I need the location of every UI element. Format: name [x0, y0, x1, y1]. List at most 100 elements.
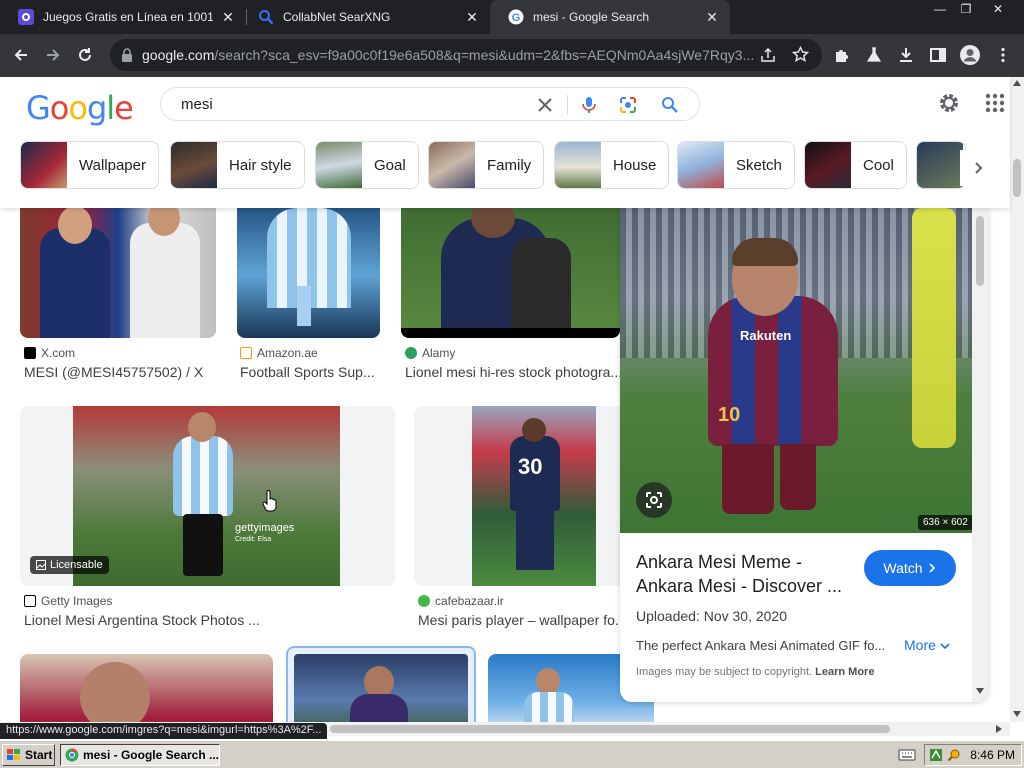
clear-search-icon[interactable]: [535, 95, 555, 115]
search-tray-icon[interactable]: [947, 748, 961, 762]
result-image-row3-a[interactable]: [20, 654, 273, 722]
result-card-cafebazaar[interactable]: 30: [414, 406, 620, 586]
tab-google-search[interactable]: G mesi - Google Search ✕: [490, 0, 730, 34]
settings-gear-icon[interactable]: [937, 91, 961, 115]
chip-house[interactable]: House: [554, 141, 670, 189]
share-icon[interactable]: [760, 47, 776, 63]
keyboard-icon[interactable]: [898, 748, 916, 762]
labs-button[interactable]: [861, 42, 887, 68]
minimize-icon[interactable]: —: [926, 0, 954, 18]
google-logo[interactable]: Google: [26, 89, 134, 127]
lens-search-icon: [646, 492, 662, 508]
result-source: X.com: [24, 346, 75, 360]
result-image-row3-b-selected[interactable]: [286, 646, 476, 722]
result-image-alamy[interactable]: [401, 208, 620, 338]
chip-cool[interactable]: Cool: [804, 141, 907, 189]
result-image-getty[interactable]: gettyimages Credit: Elsa: [73, 406, 340, 586]
kebab-menu-icon: [1001, 47, 1005, 63]
scroll-up-arrow-icon[interactable]: [1013, 80, 1021, 86]
tab-juegos[interactable]: Juegos Gratis en Línea en 1001juegos ✕: [0, 0, 246, 34]
result-card-getty[interactable]: gettyimages Credit: Elsa Licensable: [20, 406, 395, 586]
search-icon[interactable]: [660, 95, 680, 115]
result-title[interactable]: Football Sports Sup...: [240, 364, 382, 380]
taskbar-item-chrome[interactable]: mesi - Google Search ...: [60, 744, 220, 766]
result-title[interactable]: Lionel mesi hi-res stock photogra...: [405, 364, 620, 380]
chrome-menu-button[interactable]: [990, 42, 1016, 68]
google-lens-icon[interactable]: [618, 95, 638, 115]
tab-close-icon[interactable]: ✕: [704, 9, 720, 25]
preview-image[interactable]: Rakuten 10: [620, 208, 972, 533]
tab-searxng[interactable]: CollabNet SearXNG ✕: [240, 0, 490, 34]
image-dimensions: 636 × 602: [918, 515, 973, 530]
result-image-cafebazaar[interactable]: 30: [472, 406, 596, 586]
close-window-icon[interactable]: ✕: [984, 0, 1012, 18]
result-title[interactable]: Mesi paris player – wallpaper fo...: [418, 612, 620, 628]
chip-label: Family: [487, 156, 532, 174]
side-panel-button[interactable]: [925, 42, 951, 68]
chip-wallpaper[interactable]: Wallpaper: [20, 141, 159, 189]
chip-label: Sketch: [736, 156, 782, 174]
tab-close-icon[interactable]: ✕: [464, 9, 480, 25]
chip-hair-style[interactable]: Hair style: [170, 141, 305, 189]
jersey-shape: [173, 436, 233, 516]
download-icon: [900, 48, 912, 62]
restore-icon[interactable]: ❐: [952, 0, 980, 18]
apps-grid-icon[interactable]: [983, 91, 1007, 115]
chip-label: House: [613, 156, 657, 174]
scroll-right-arrow-icon[interactable]: [996, 725, 1002, 733]
chip-label: Goal: [374, 156, 406, 174]
chip-goal[interactable]: Goal: [315, 141, 419, 189]
scroll-down-arrow-icon[interactable]: [976, 688, 984, 694]
chip-sketch[interactable]: Sketch: [677, 141, 795, 189]
forward-button[interactable]: [40, 42, 66, 68]
chip-label: Cool: [863, 156, 894, 174]
sock-shape: [722, 444, 774, 514]
profile-button[interactable]: [957, 42, 983, 68]
browser-toolbar: google.com/search?sca_esv=f9a00c0f19e6a5…: [0, 34, 1024, 77]
bookmark-star-icon[interactable]: [792, 46, 809, 63]
chip-partial[interactable]: [916, 141, 966, 189]
shorts-shape: [516, 510, 554, 570]
page-scrollbar-thumb[interactable]: [1013, 159, 1021, 197]
watch-button[interactable]: Watch: [864, 550, 956, 586]
tab-title: CollabNet SearXNG: [283, 10, 391, 24]
browser-tab-strip: Juegos Gratis en Línea en 1001juegos ✕ C…: [0, 0, 1024, 34]
downloads-button[interactable]: [893, 42, 919, 68]
result-image-xcom[interactable]: [20, 208, 216, 338]
network-tray-icon[interactable]: [929, 748, 943, 762]
result-image-amazon[interactable]: [237, 208, 380, 338]
extensions-button[interactable]: [829, 42, 855, 68]
start-button[interactable]: Start: [2, 744, 55, 766]
preview-scrollbar[interactable]: [972, 208, 988, 702]
page-vertical-scrollbar[interactable]: [1010, 77, 1024, 722]
reload-button[interactable]: [72, 42, 98, 68]
chip-thumbnail: [917, 142, 963, 188]
juegos-favicon-icon: [18, 9, 34, 25]
preview-scrollbar-thumb[interactable]: [976, 216, 984, 286]
search-input[interactable]: [181, 94, 521, 114]
cafebazaar-logo-icon: [418, 595, 430, 607]
scroll-down-arrow-icon[interactable]: [1013, 711, 1021, 717]
address-bar[interactable]: google.com/search?sca_esv=f9a00c0f19e6a5…: [110, 39, 822, 71]
search-divider: [567, 95, 568, 115]
back-button[interactable]: [8, 42, 34, 68]
horizontal-scrollbar-thumb[interactable]: [330, 725, 890, 733]
more-link[interactable]: More: [904, 637, 950, 653]
system-tray: 8:46 PM: [924, 744, 1022, 766]
chips-next-button[interactable]: [960, 150, 996, 186]
preview-title[interactable]: Ankara Mesi Meme - Ankara Mesi - Discove…: [636, 550, 856, 598]
result-title[interactable]: Lionel Mesi Argentina Stock Photos ...: [24, 612, 394, 628]
result-source: Amazon.ae: [240, 346, 318, 360]
chevron-right-icon: [975, 162, 983, 174]
learn-more-link[interactable]: Learn More: [815, 666, 874, 678]
preview-lens-button[interactable]: [636, 482, 672, 518]
x-logo-icon: [24, 347, 36, 359]
url-host: google.com: [142, 47, 215, 63]
result-source: Getty Images: [24, 594, 112, 608]
chip-thumbnail: [805, 142, 851, 188]
tab-close-icon[interactable]: ✕: [220, 9, 236, 25]
result-title[interactable]: MESI (@MESI45757502) / X: [24, 364, 220, 380]
microphone-icon[interactable]: [579, 95, 599, 115]
chip-family[interactable]: Family: [428, 141, 545, 189]
reload-icon: [79, 48, 91, 61]
